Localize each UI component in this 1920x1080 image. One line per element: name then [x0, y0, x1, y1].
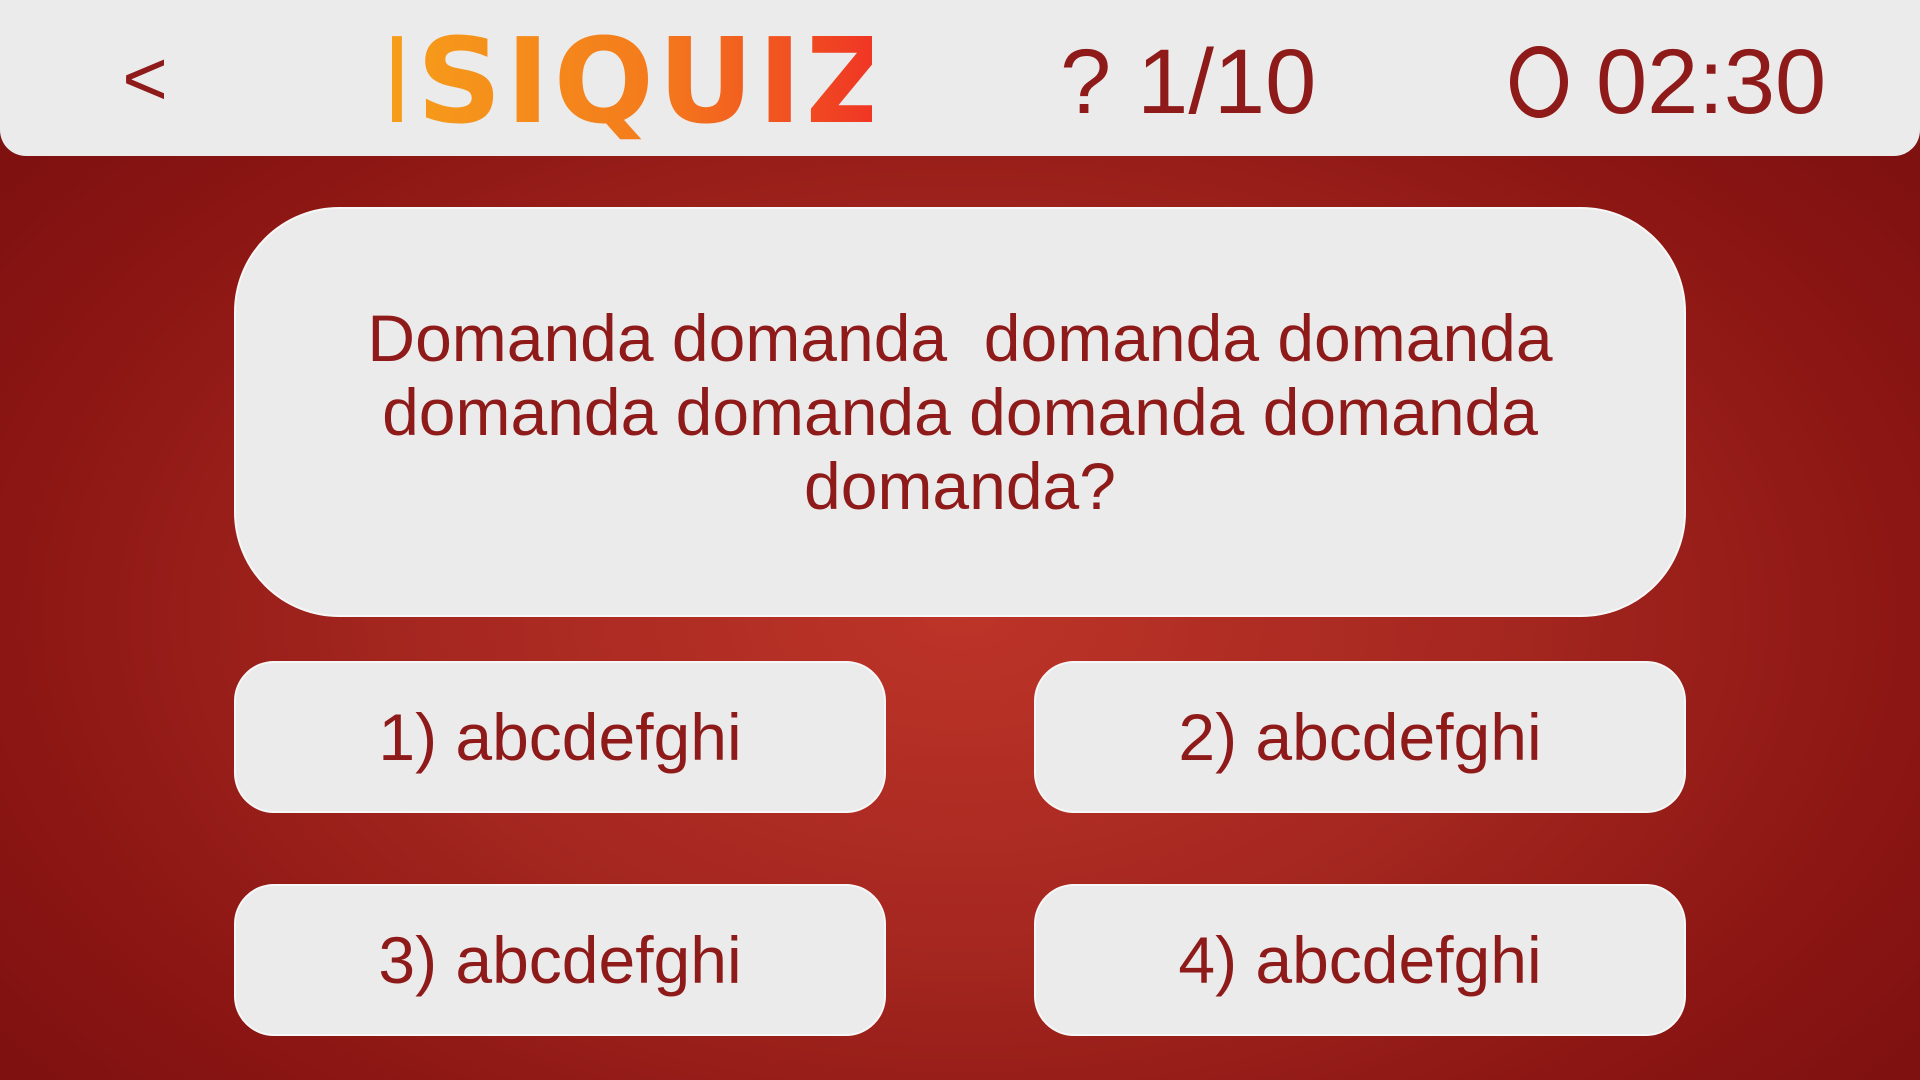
question-mark-icon: ?: [1060, 31, 1112, 133]
question-counter-value: 1/10: [1137, 31, 1317, 133]
app-logo: ISIQUIZ: [392, 22, 872, 142]
clock-icon: [1510, 46, 1568, 118]
question-text: Domanda domanda domanda domanda domanda …: [367, 301, 1571, 523]
timer-value: 02:30: [1596, 31, 1827, 133]
answer-option-4[interactable]: 4) abcdefghi: [1034, 884, 1686, 1036]
question-counter: ? 1/10: [1060, 32, 1316, 132]
answer-option-1[interactable]: 1) abcdefghi: [234, 661, 886, 813]
timer: 02:30: [1510, 32, 1826, 132]
answer-option-3[interactable]: 3) abcdefghi: [234, 884, 886, 1036]
question-card: Domanda domanda domanda domanda domanda …: [234, 207, 1686, 617]
back-button[interactable]: <: [100, 28, 190, 128]
top-bar: < ISIQUIZ ? 1/10 02:30: [0, 0, 1920, 156]
logo-text: ISIQUIZ: [392, 22, 872, 142]
logo-wordmark: ISIQUIZ: [392, 22, 872, 142]
answer-option-2[interactable]: 2) abcdefghi: [1034, 661, 1686, 813]
